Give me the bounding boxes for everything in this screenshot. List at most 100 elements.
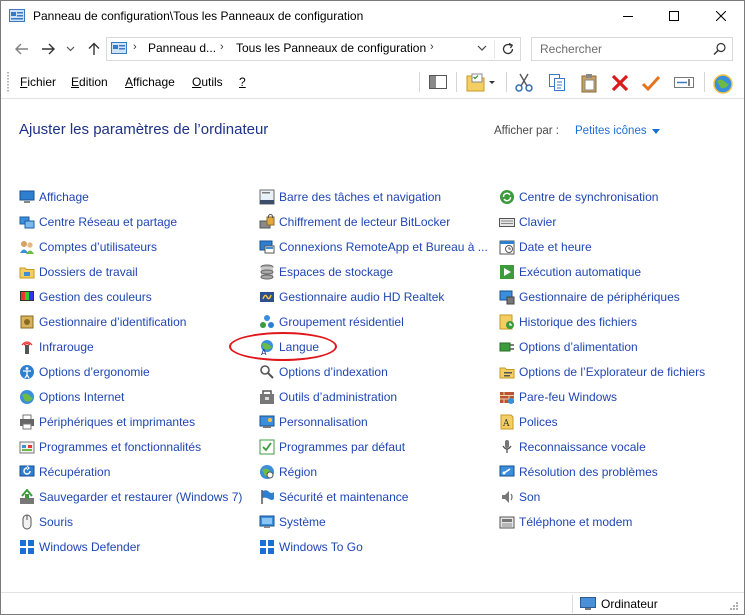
- device-manager-icon: [499, 290, 515, 305]
- infrared-icon: [21, 341, 33, 354]
- resize-grip-icon[interactable]: [729, 601, 739, 611]
- item-label: Centre Réseau et partage: [39, 215, 178, 229]
- paste-icon: [581, 74, 597, 93]
- view-by-dropdown[interactable]: Petites icônes: [575, 125, 647, 137]
- item-label: Date et heure: [519, 240, 592, 254]
- remoteapp-icon: [259, 240, 275, 254]
- search-icon[interactable]: [713, 42, 727, 56]
- item-label: Sauvegarder et restaurer (Windows 7): [39, 490, 243, 504]
- autoplay-icon: [500, 265, 514, 279]
- item-label: Polices: [519, 415, 558, 429]
- item-label: Connexions RemoteApp et Bureau à ...: [279, 240, 488, 254]
- toolbar-view-button[interactable]: [464, 71, 495, 93]
- title-bar[interactable]: Panneau de configuration\Tous les Pannea…: [1, 1, 744, 32]
- minimize-icon: [623, 16, 633, 17]
- item-label: Pare-feu Windows: [519, 390, 618, 404]
- toolbar-cut-button[interactable]: [512, 71, 536, 93]
- item-label: Gestionnaire d’identification: [39, 315, 187, 329]
- file-history-icon: [499, 314, 514, 330]
- breadcrumb-separator: ›: [133, 41, 137, 53]
- item-label: Options de l’Explorateur de fichiers: [519, 365, 706, 379]
- arrow-up-icon: [88, 42, 100, 55]
- menu-edition[interactable]: Edition: [71, 75, 108, 89]
- toolbar-globe-button[interactable]: [710, 71, 734, 94]
- item-label: Programmes par défaut: [279, 440, 406, 454]
- item-label: Sécurité et maintenance: [279, 490, 409, 504]
- backup-icon: [20, 489, 34, 504]
- chevron-down-icon[interactable]: [477, 43, 487, 53]
- power-icon: [499, 342, 514, 352]
- item-label: Barre des tâches et navigation: [279, 190, 442, 204]
- item-label: Résolution des problèmes: [519, 465, 658, 479]
- color-management-icon: [20, 291, 34, 301]
- item-label: Options d’indexation: [279, 365, 388, 379]
- item-label: Téléphone et modem: [519, 515, 633, 529]
- checkmark-icon: [641, 75, 661, 92]
- search-placeholder: Rechercher: [540, 42, 603, 56]
- item-label: Gestionnaire audio HD Realtek: [279, 290, 445, 304]
- item-label: Espaces de stockage: [279, 265, 394, 279]
- forward-button[interactable]: [37, 38, 59, 60]
- close-button[interactable]: [698, 1, 744, 32]
- navigation-bar: › Panneau d... › Tous les Panneaux de co…: [1, 32, 744, 66]
- breadcrumb-item[interactable]: Panneau d...: [148, 41, 216, 55]
- personalization-icon: [259, 415, 275, 428]
- refresh-icon[interactable]: [500, 41, 516, 57]
- fonts-icon: A: [500, 414, 514, 430]
- highlight-ellipse: [229, 332, 337, 361]
- content-area: Ajuster les paramètres de l’ordinateur A…: [1, 99, 744, 592]
- delete-x-icon: [611, 74, 629, 92]
- storage-spaces-icon: [260, 264, 274, 280]
- toolbar-properties-button[interactable]: [639, 71, 663, 93]
- menu-help[interactable]: ?: [239, 75, 246, 89]
- homegroup-icon: [260, 315, 274, 328]
- page-title: Ajuster les paramètres de l’ordinateur: [19, 121, 269, 138]
- sound-icon: [502, 491, 513, 503]
- address-bar[interactable]: › Panneau d... › Tous les Panneaux de co…: [106, 37, 521, 61]
- toolbar-paste-button[interactable]: [577, 71, 601, 93]
- item-label: Comptes d’utilisateurs: [39, 240, 158, 254]
- sync-icon: [500, 190, 514, 204]
- recent-locations-button[interactable]: [63, 38, 77, 60]
- menu-outils[interactable]: Outils: [192, 75, 223, 89]
- item-label: Reconnaissance vocale: [519, 440, 646, 454]
- item-label: Affichage: [39, 190, 89, 204]
- bitlocker-icon: [259, 214, 275, 229]
- item-label: Dossiers de travail: [39, 265, 138, 279]
- credential-icon: [20, 315, 34, 329]
- maximize-button[interactable]: [651, 1, 697, 32]
- menu-fichier[interactable]: Fichier: [20, 75, 56, 89]
- item-label: Périphériques et imprimantes: [39, 415, 196, 429]
- menu-bar: Fichier Edition Affichage Outils ?: [1, 66, 744, 99]
- search-box[interactable]: Rechercher: [531, 37, 733, 61]
- ease-of-access-icon: [20, 365, 34, 379]
- copy-icon: [549, 74, 565, 91]
- menu-affichage[interactable]: Affichage: [125, 75, 175, 89]
- item-label: Personnalisation: [279, 415, 368, 429]
- item-label: Gestion des couleurs: [39, 290, 152, 304]
- up-button[interactable]: [83, 38, 105, 60]
- rename-icon: [674, 77, 694, 88]
- item-label: Système: [279, 515, 326, 529]
- item-label: Options d’alimentation: [519, 340, 638, 354]
- network-icon: [19, 216, 35, 229]
- toolbar-grip[interactable]: [7, 72, 9, 92]
- toolbar-rename-button[interactable]: [671, 71, 695, 93]
- scissors-icon: [515, 73, 533, 92]
- taskbar-icon: [259, 189, 275, 205]
- minimize-button[interactable]: [605, 1, 651, 32]
- toolbar-copy-button[interactable]: [545, 71, 569, 93]
- arrow-right-icon: [42, 43, 55, 55]
- mouse-icon: [22, 514, 32, 530]
- windows-to-go-icon: [260, 540, 274, 554]
- view-folder-icon: [466, 73, 495, 92]
- arrow-left-icon: [15, 43, 28, 55]
- back-button[interactable]: [11, 38, 33, 60]
- breadcrumb-separator: ›: [430, 41, 434, 53]
- breadcrumb-item[interactable]: Tous les Panneaux de configuration: [236, 41, 426, 55]
- breadcrumb-separator: ›: [220, 41, 224, 53]
- toolbar-delete-button[interactable]: [608, 71, 632, 93]
- toolbar-panes-button[interactable]: [426, 71, 450, 93]
- chevron-down-icon[interactable]: [652, 129, 660, 134]
- item-label: Centre de synchronisation: [519, 190, 659, 204]
